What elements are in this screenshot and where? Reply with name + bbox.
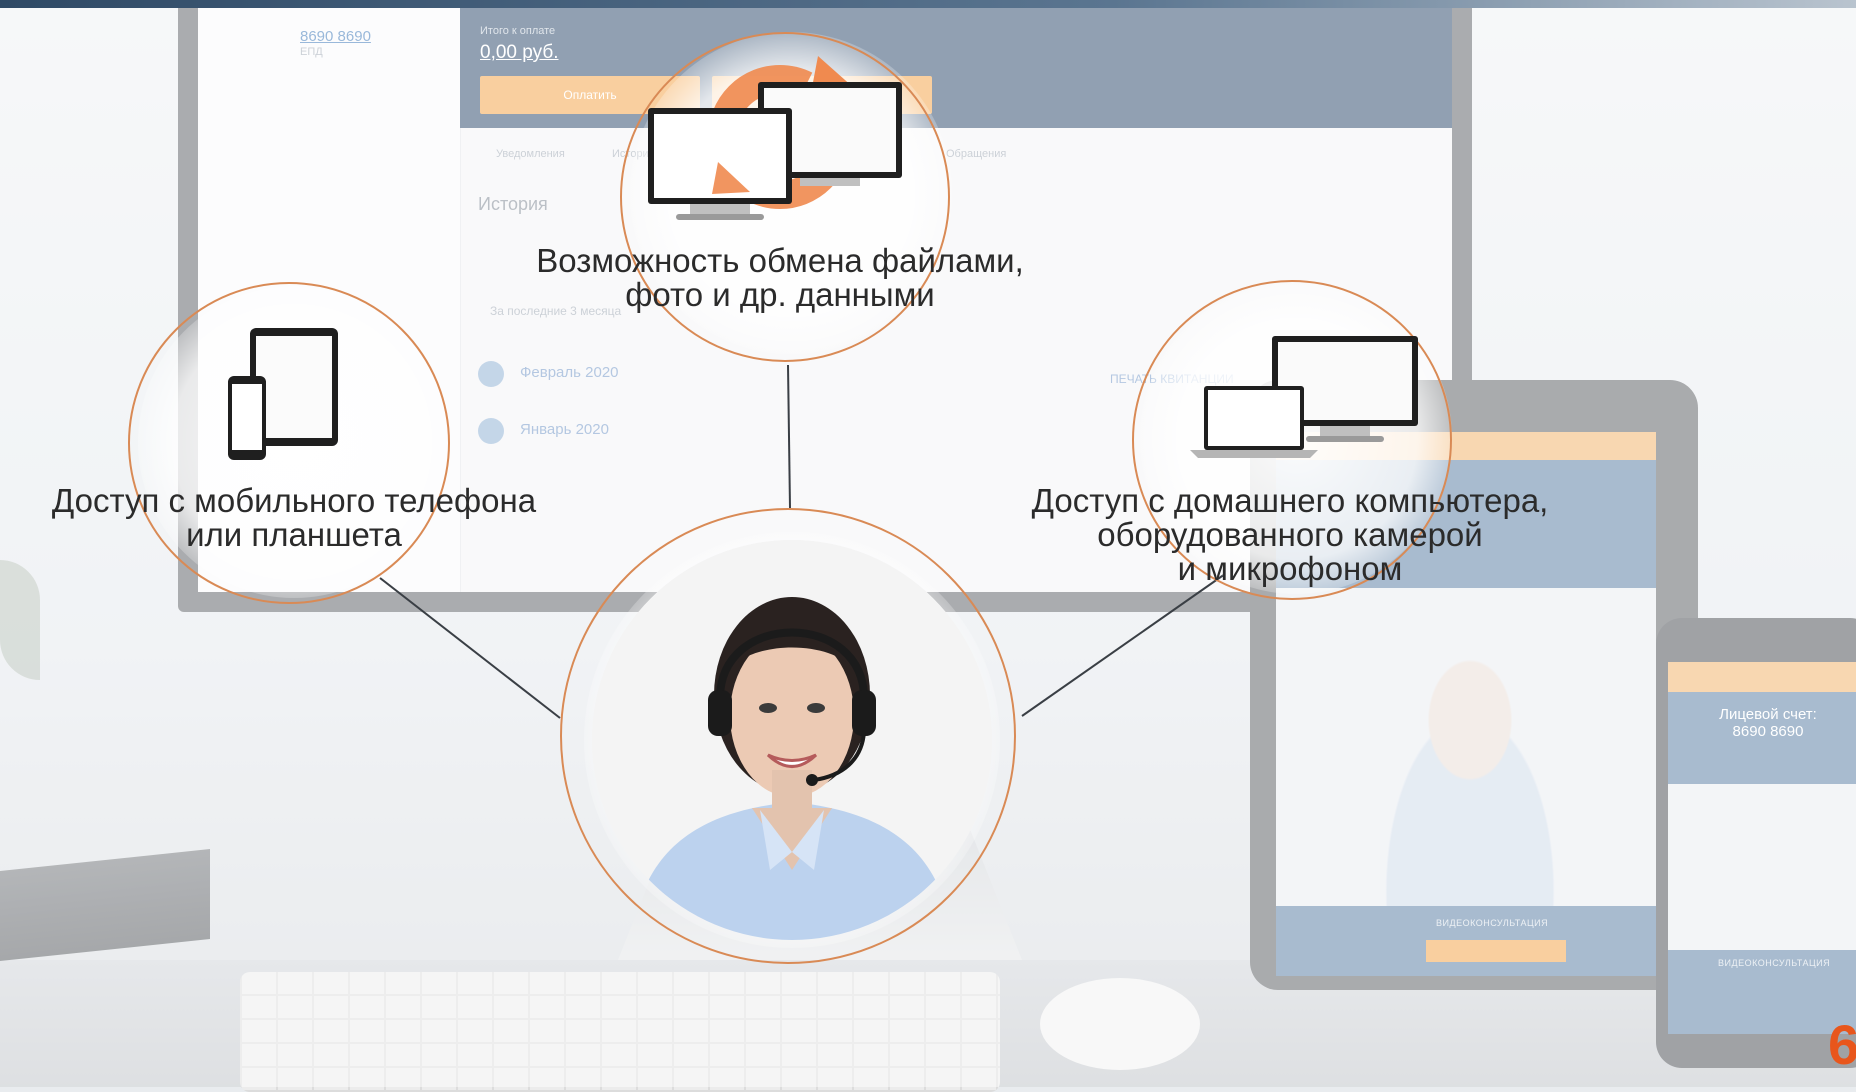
connector-right xyxy=(1021,573,1226,717)
file-exchange-icon xyxy=(648,56,902,220)
feature-home-computer-access: Доступ с домашнего компьютера, оборудова… xyxy=(1031,482,1549,587)
operator-avatar xyxy=(592,540,992,940)
feature-mobile-access: Доступ с мобильного телефона или планшет… xyxy=(51,482,537,553)
connector-top xyxy=(787,364,791,509)
page-number: 6 xyxy=(1828,1013,1856,1076)
tablet-phone-icon xyxy=(228,328,338,460)
connector-left xyxy=(379,577,561,719)
feature-file-exchange: Возможность обмена файлами, фото и др. д… xyxy=(536,242,1024,313)
computer-laptop-icon xyxy=(1190,336,1418,458)
operator-illustration xyxy=(592,540,992,940)
